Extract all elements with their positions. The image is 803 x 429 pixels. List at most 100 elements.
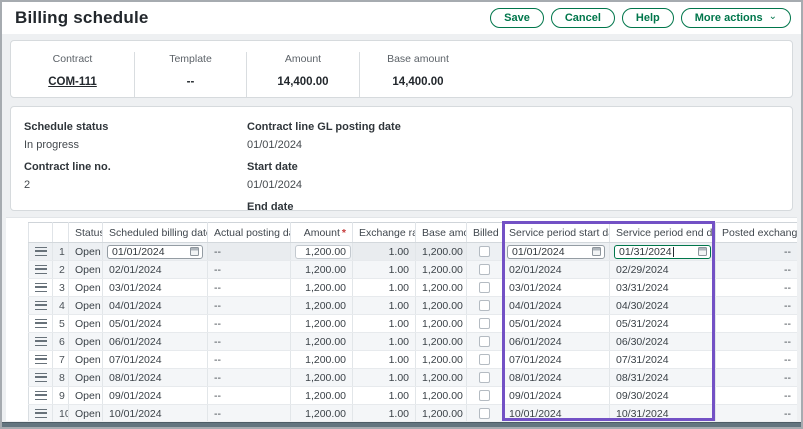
base-amount-cell: 1,200.00 [416, 315, 467, 333]
service-period-start-cell: 07/01/2024 [503, 351, 610, 369]
billed-cell [467, 405, 503, 422]
billed-checkbox[interactable] [479, 282, 490, 293]
billed-checkbox[interactable] [479, 336, 490, 347]
status-cell: Open [69, 297, 103, 315]
billed-checkbox[interactable] [479, 300, 490, 311]
service-period-end-cell: 07/31/2024 [610, 351, 716, 369]
billed-cell [467, 243, 503, 261]
billing-schedule-window: Billing schedule Save Cancel Help More a… [0, 0, 803, 429]
calendar-icon[interactable] [592, 247, 601, 256]
row-number: 3 [53, 279, 69, 297]
more-actions-button[interactable]: More actions ⌄ [681, 8, 791, 28]
drag-handle-icon[interactable] [35, 337, 47, 346]
drag-handle-icon[interactable] [35, 409, 47, 418]
chevron-down-icon: ⌄ [769, 11, 777, 23]
billed-checkbox[interactable] [479, 408, 490, 419]
billed-checkbox[interactable] [479, 246, 490, 257]
row-number: 10 [53, 405, 69, 422]
drag-handle-icon[interactable] [35, 265, 47, 274]
amount-input[interactable]: 1,200.00 [295, 245, 351, 259]
summary-field-base-amount: Base amount 14,400.00 [360, 52, 476, 97]
status-cell: Open [69, 243, 103, 261]
posted-exchange-rate-cell: -- [716, 405, 798, 422]
calendar-icon[interactable] [190, 247, 199, 256]
service-period-end-cell: 04/30/2024 [610, 297, 716, 315]
service-period-start-cell: 02/01/2024 [503, 261, 610, 279]
table-row: 8Open08/01/2024--1,200.001.001,200.0008/… [29, 369, 798, 387]
gl-posting-date-label: Contract line GL posting date [247, 121, 401, 134]
service-period-start-input-value: 01/01/2024 [512, 246, 565, 258]
page-title: Billing schedule [15, 8, 149, 28]
exchange-rate-cell: 1.00 [353, 351, 416, 369]
scheduled-billing-date-input[interactable]: 01/01/2024 [107, 245, 203, 259]
table-header: StatusScheduled billing date*Actual post… [29, 223, 798, 243]
billed-checkbox[interactable] [479, 318, 490, 329]
actual-posting-date-cell: -- [208, 261, 291, 279]
template-value: -- [135, 76, 246, 88]
scheduled-billing-date-cell: 10/01/2024 [103, 405, 208, 422]
row-number: 5 [53, 315, 69, 333]
start-date-label: Start date [247, 161, 401, 174]
status-cell: Open [69, 351, 103, 369]
service-period-end-cell: 02/29/2024 [610, 261, 716, 279]
drag-handle-icon[interactable] [35, 355, 47, 364]
table-row: 10Open10/01/2024--1,200.001.001,200.0010… [29, 405, 798, 422]
service-period-start-cell: 09/01/2024 [503, 387, 610, 405]
save-button[interactable]: Save [490, 8, 544, 28]
required-asterisk: * [342, 227, 346, 239]
scheduled-billing-date-cell: 01/01/2024 [103, 243, 208, 261]
col-header-billed: Billed [467, 223, 503, 243]
service-period-start-cell: 06/01/2024 [503, 333, 610, 351]
cancel-button[interactable]: Cancel [551, 8, 615, 28]
drag-handle-icon[interactable] [35, 301, 47, 310]
calendar-icon[interactable] [698, 247, 707, 256]
actual-posting-date-cell: -- [208, 387, 291, 405]
service-period-end-cell: 09/30/2024 [610, 387, 716, 405]
amount-cell: 1,200.00 [291, 369, 353, 387]
billed-checkbox[interactable] [479, 372, 490, 383]
posted-exchange-rate-cell: -- [716, 315, 798, 333]
drag-handle-icon[interactable] [35, 283, 47, 292]
drag-handle-icon[interactable] [35, 391, 47, 400]
drag-handle-icon[interactable] [35, 373, 47, 382]
col-header-sched: Scheduled billing date* [103, 223, 208, 243]
billed-checkbox[interactable] [479, 354, 490, 365]
actual-posting-date-cell: -- [208, 405, 291, 422]
drag-handle-icon[interactable] [35, 247, 47, 256]
base-amount-cell: 1,200.00 [416, 387, 467, 405]
table-row: 9Open09/01/2024--1,200.001.001,200.0009/… [29, 387, 798, 405]
posted-exchange-rate-cell: -- [716, 369, 798, 387]
exchange-rate-cell: 1.00 [353, 333, 416, 351]
base-amount-cell: 1,200.00 [416, 243, 467, 261]
col-header-base: Base amount [416, 223, 467, 243]
col-header-sps: Service period start date [503, 223, 610, 243]
amount-cell: 1,200.00 [291, 387, 353, 405]
service-period-start-input[interactable]: 01/01/2024 [507, 245, 605, 259]
exchange-rate-cell: 1.00 [353, 315, 416, 333]
amount-cell: 1,200.00 [291, 279, 353, 297]
exchange-rate-cell: 1.00 [353, 279, 416, 297]
service-period-start-cell: 05/01/2024 [503, 315, 610, 333]
actual-posting-date-cell: -- [208, 297, 291, 315]
base-amount-cell: 1,200.00 [416, 261, 467, 279]
table-body: 1Open01/01/2024--1,200.001.001,200.0001/… [29, 243, 798, 422]
posted-exchange-rate-cell: -- [716, 297, 798, 315]
amount-cell: 1,200.00 [291, 333, 353, 351]
amount-label: Amount [247, 53, 359, 65]
more-actions-label: More actions [695, 12, 763, 24]
summary-field-amount: Amount 14,400.00 [247, 52, 360, 97]
drag-cell [29, 315, 53, 333]
service-period-end-input[interactable]: 01/31/2024 [614, 245, 711, 259]
contract-label: Contract [11, 53, 134, 65]
service-period-end-input-value: 01/31/2024 [619, 246, 672, 258]
scheduled-billing-date-cell: 06/01/2024 [103, 333, 208, 351]
actual-posting-date-cell: -- [208, 243, 291, 261]
billed-checkbox[interactable] [479, 264, 490, 275]
help-button[interactable]: Help [622, 8, 674, 28]
service-period-end-cell: 06/30/2024 [610, 333, 716, 351]
service-period-start-cell: 04/01/2024 [503, 297, 610, 315]
drag-handle-icon[interactable] [35, 319, 47, 328]
contract-link[interactable]: COM-111 [11, 76, 134, 88]
amount-cell: 1,200.00 [291, 297, 353, 315]
billed-checkbox[interactable] [479, 390, 490, 401]
